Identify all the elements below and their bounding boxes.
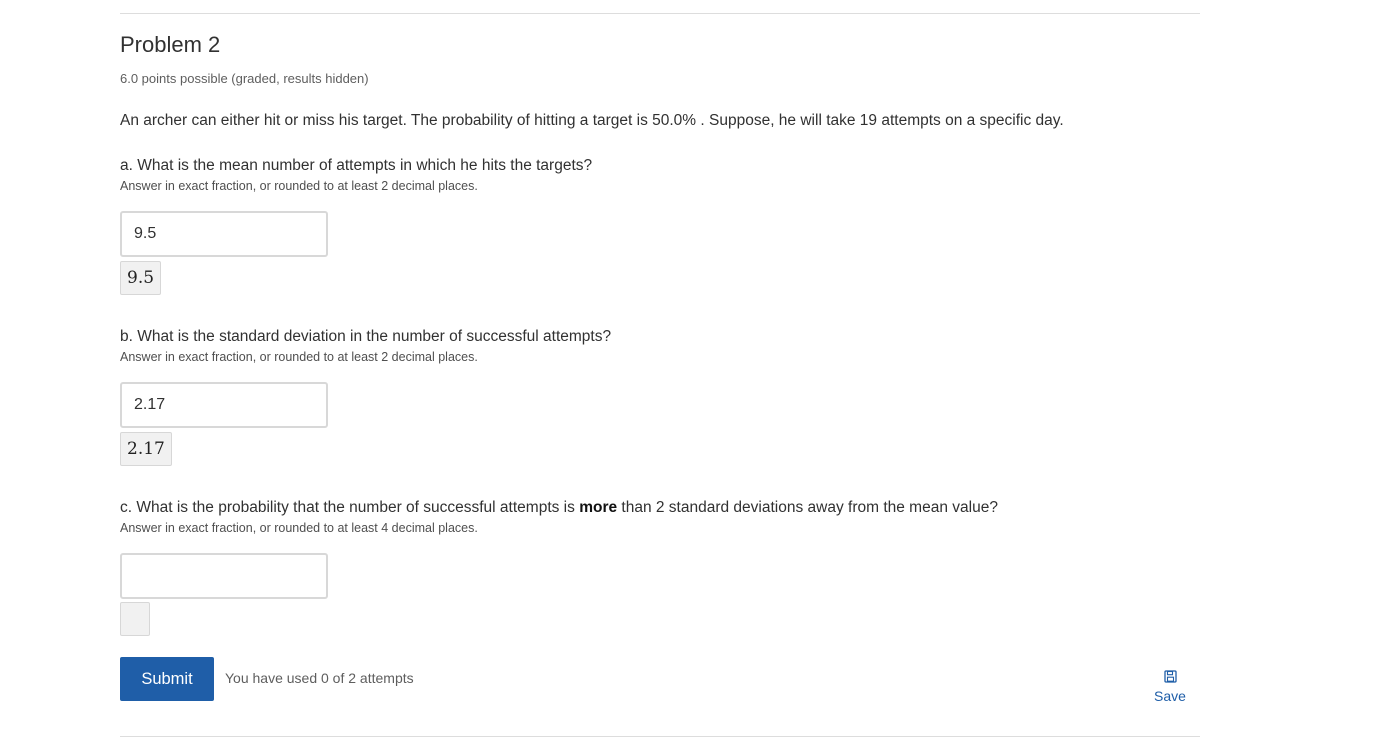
submit-button[interactable]: Submit [120, 657, 214, 701]
hint-c: Answer in exact fraction, or rounded to … [120, 521, 478, 535]
answer-input-a[interactable] [120, 211, 328, 257]
problem-prompt: An archer can either hit or miss his tar… [120, 112, 1064, 129]
answer-preview-c [120, 602, 150, 636]
question-c-text-end: than 2 standard deviations away from the… [617, 499, 998, 516]
hint-a: Answer in exact fraction, or rounded to … [120, 179, 478, 193]
problem-title: Problem 2 [120, 32, 221, 57]
question-c-text-start: c. What is the probability that the numb… [120, 499, 580, 516]
save-button[interactable]: Save [1150, 670, 1190, 705]
save-label: Save [1154, 688, 1186, 704]
floppy-disk-icon [1150, 670, 1190, 683]
answer-input-b[interactable] [120, 382, 328, 428]
question-a: a. What is the mean number of attempts i… [120, 157, 593, 174]
question-c-emphasis: more [579, 499, 618, 516]
answer-input-c[interactable] [120, 553, 328, 599]
question-b: b. What is the standard deviation in the… [120, 328, 612, 345]
points-info: 6.0 points possible (graded, results hid… [120, 71, 369, 86]
answer-preview-b: 2.17 [120, 432, 172, 466]
top-divider [120, 13, 1200, 14]
attempts-status: You have used 0 of 2 attempts [225, 670, 414, 686]
bottom-divider [120, 736, 1200, 737]
hint-b: Answer in exact fraction, or rounded to … [120, 350, 478, 364]
answer-preview-a: 9.5 [120, 261, 162, 295]
question-c: c. What is the probability that the numb… [120, 497, 998, 518]
